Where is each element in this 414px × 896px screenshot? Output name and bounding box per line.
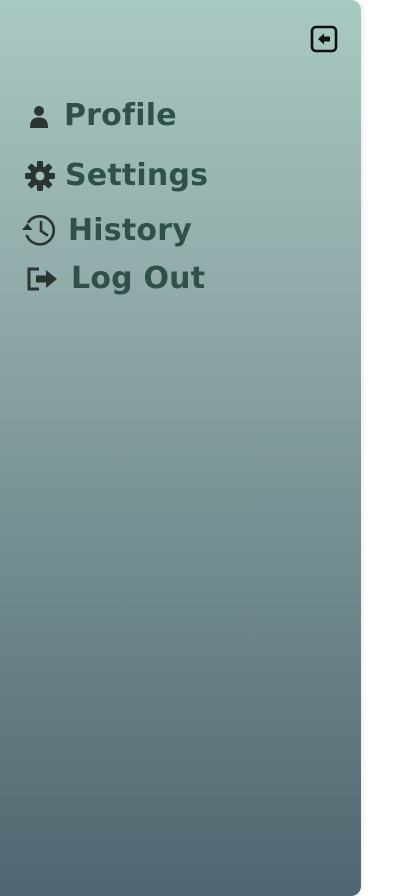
menu-label-settings: Settings [65,158,209,193]
menu-item-profile[interactable]: Profile [28,98,177,133]
arrow-left-square-icon [310,25,338,53]
gear-icon [24,160,56,192]
menu-item-settings[interactable]: Settings [24,158,208,193]
menu-label-profile: Profile [64,98,177,133]
menu-item-logout[interactable]: Log Out [26,261,205,296]
close-drawer-button[interactable] [309,24,339,54]
logout-icon [26,266,60,292]
side-drawer: Profile Settings History Log Out [0,0,361,896]
menu-label-history: History [68,212,192,248]
history-icon [20,211,60,249]
menu-label-logout: Log Out [71,261,206,296]
menu-item-history[interactable]: History [20,211,192,249]
user-icon [28,103,50,129]
